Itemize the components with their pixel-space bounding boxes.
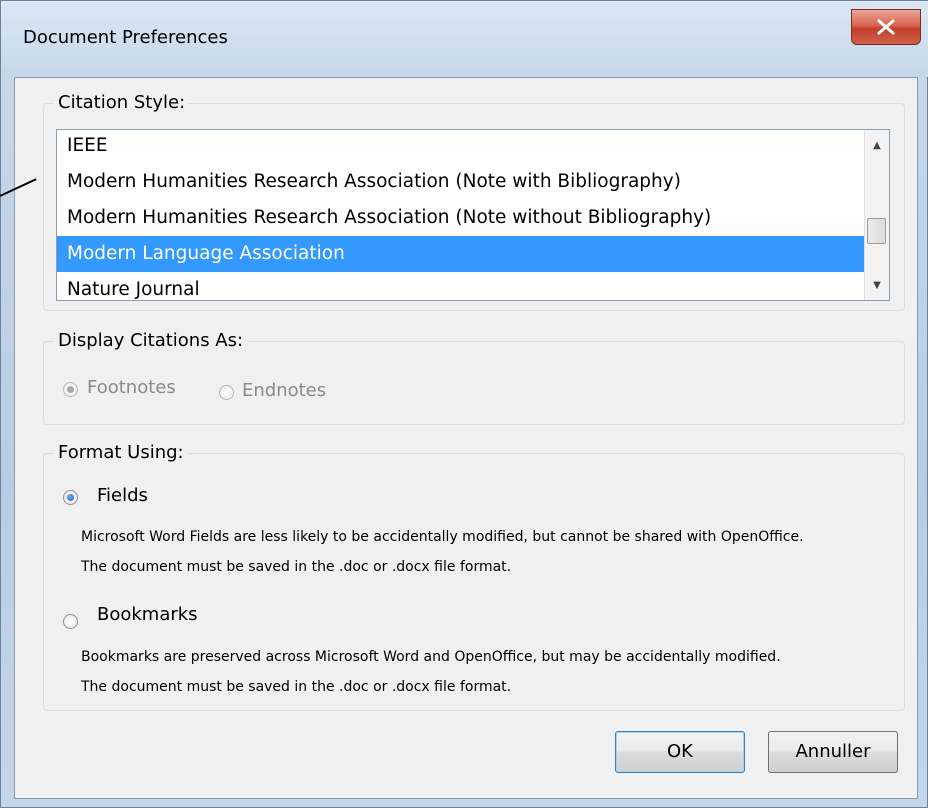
radio-checked-dot — [67, 494, 74, 501]
endnotes-radio[interactable] — [219, 385, 234, 400]
bookmarks-label: Bookmarks — [97, 604, 198, 625]
dialog-window: Document Preferences Citation Style: IEE… — [0, 0, 928, 808]
ok-button[interactable]: OK — [615, 731, 745, 773]
close-icon — [877, 19, 895, 35]
format-using-group: Format Using: — [43, 442, 905, 711]
fields-label: Fields — [97, 485, 148, 506]
window-title: Document Preferences — [23, 27, 228, 48]
scroll-up-icon[interactable]: ▲ — [865, 136, 889, 156]
citation-style-legend: Citation Style: — [54, 92, 190, 114]
fields-description-1: Microsoft Word Fields are less likely to… — [81, 529, 804, 545]
bookmarks-radio[interactable] — [63, 614, 78, 629]
citation-style-list[interactable]: IEEE Modern Humanities Research Associat… — [56, 129, 890, 301]
fields-radio[interactable] — [63, 490, 78, 505]
scroll-down-icon[interactable]: ▼ — [865, 276, 889, 296]
cancel-button[interactable]: Annuller — [768, 731, 898, 773]
endnotes-label: Endnotes — [242, 380, 327, 401]
footnotes-radio[interactable] — [63, 382, 78, 397]
list-item-ieee[interactable]: IEEE — [57, 130, 865, 164]
list-item-mla-selected[interactable]: Modern Language Association — [57, 236, 865, 272]
scroll-thumb[interactable] — [867, 218, 886, 244]
list-scrollbar[interactable]: ▲ ▼ — [864, 130, 889, 300]
title-bar[interactable]: Document Preferences — [1, 1, 928, 77]
list-item-mhra-with-bibliography[interactable]: Modern Humanities Research Association (… — [57, 164, 865, 200]
list-item-mhra-without-bibliography[interactable]: Modern Humanities Research Association (… — [57, 200, 865, 236]
bookmarks-description-1: Bookmarks are preserved across Microsoft… — [81, 649, 781, 665]
close-button[interactable] — [851, 9, 921, 45]
format-using-legend: Format Using: — [54, 442, 188, 464]
radio-checked-dot — [67, 386, 74, 393]
fields-description-2: The document must be saved in the .doc o… — [81, 559, 512, 575]
bookmarks-description-2: The document must be saved in the .doc o… — [81, 679, 512, 695]
footnotes-label: Footnotes — [87, 377, 176, 398]
display-citations-legend: Display Citations As: — [54, 330, 248, 352]
list-item-nature-journal[interactable]: Nature Journal — [57, 272, 865, 300]
